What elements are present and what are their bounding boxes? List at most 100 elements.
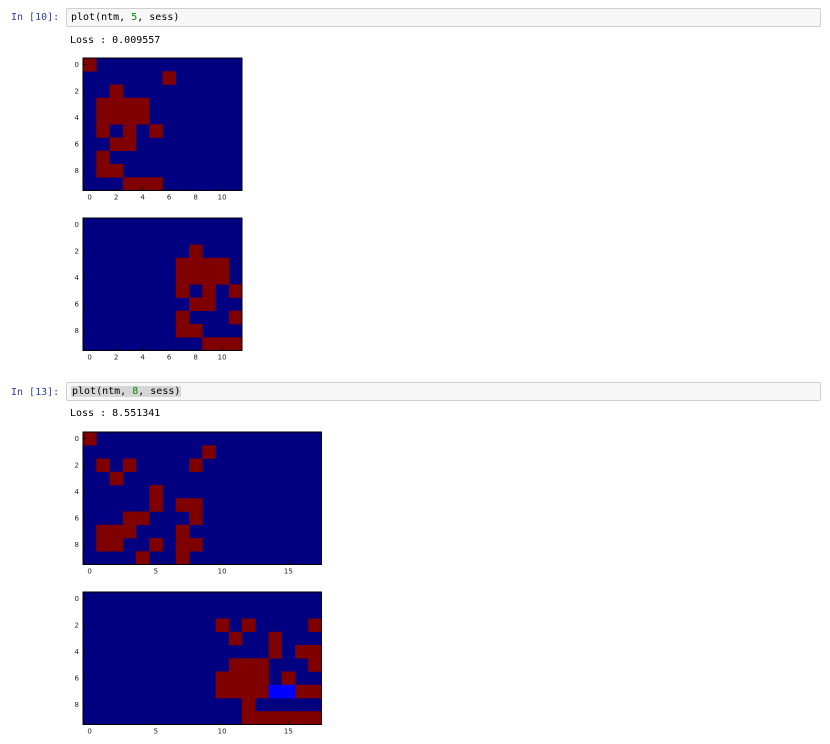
heatmap-cell (242, 711, 256, 725)
heatmap-cell (228, 671, 243, 686)
input-prompt: In [10]: (11, 12, 60, 23)
heatmap-cell (96, 97, 110, 112)
heatmap-cell (109, 137, 124, 152)
heatmap-cell (215, 671, 230, 686)
heatmap-cell (175, 551, 190, 565)
y-tick-label: 4 (75, 488, 80, 496)
x-tick-label: 10 (218, 194, 227, 202)
heatmap-cell (96, 164, 110, 178)
y-tick-label: 8 (75, 167, 79, 175)
heatmap-cell (202, 271, 216, 285)
heatmap-cell (242, 658, 256, 672)
heatmap-cell (308, 645, 322, 659)
heatmap-cell (136, 97, 150, 112)
heatmap-cell (136, 551, 150, 565)
heatmap-cell (228, 658, 243, 672)
x-tick-label: 0 (87, 194, 91, 202)
x-tick-label: 0 (87, 728, 91, 736)
heatmap-plot: 0 2 4 6 8 10 0 2 4 6 8 (75, 217, 243, 362)
heatmap-cell (162, 71, 177, 85)
heatmap-cell (96, 458, 110, 473)
heatmap-plot: 0 5 10 15 0 2 4 6 8 (75, 591, 322, 736)
heatmap-cell (242, 671, 256, 686)
heatmap-cell (202, 445, 216, 459)
x-tick-label: 6 (167, 354, 172, 362)
y-tick-label: 0 (75, 61, 79, 69)
heatmap-cell (202, 337, 216, 351)
y-tick-label: 2 (75, 462, 79, 470)
heatmap-cell (96, 124, 110, 138)
heatmap-cell (136, 511, 150, 526)
heatmap-cell (189, 297, 203, 312)
code-input[interactable]: plot(ntm, 8, sess) (66, 382, 821, 401)
code-line: plot(ntm, 5, sess) (71, 12, 180, 23)
x-tick-label: 0 (87, 568, 91, 576)
x-tick-label: 2 (114, 354, 118, 362)
y-tick-label: 6 (75, 515, 80, 523)
heatmap-cell (189, 511, 203, 526)
heatmap-cell (122, 111, 137, 125)
y-tick-label: 0 (75, 221, 79, 229)
y-tick-label: 0 (75, 435, 79, 443)
heatmap-cell (96, 111, 110, 125)
heatmap-cell (242, 618, 256, 633)
heatmap-cell (215, 684, 230, 699)
heatmap-cell (281, 671, 296, 686)
heatmap-cell (149, 124, 163, 138)
heatmap-cell (175, 271, 190, 285)
heatmap-cell (308, 711, 322, 725)
heatmap-cell (175, 310, 190, 325)
heatmap-cell (189, 498, 203, 512)
heatmap-cell (228, 284, 243, 298)
heatmap-cell (109, 164, 124, 178)
code-input[interactable]: plot(ntm, 5, sess) (66, 8, 821, 27)
heatmap-cell (109, 97, 124, 112)
heatmap-cell (255, 658, 269, 672)
y-tick-label: 4 (75, 648, 80, 656)
heatmap-cell (122, 124, 137, 138)
code-line: plot(ntm, 8, sess) (71, 386, 182, 397)
y-tick-label: 4 (75, 114, 80, 122)
input-prompt: In [13]: (11, 387, 60, 398)
heatmap-cell (122, 177, 137, 191)
heatmap-cell (96, 538, 110, 552)
heatmap-cell (175, 284, 190, 298)
heatmap-cell (308, 658, 322, 672)
heatmap-cell (255, 711, 269, 725)
x-tick-label: 4 (140, 354, 145, 362)
heatmap-cell (228, 631, 243, 646)
heatmap-cell (308, 684, 322, 699)
heatmap-cell (228, 684, 243, 699)
stdout-output: Loss : 8.551341 (70, 408, 161, 419)
heatmap-cell (96, 150, 110, 165)
heatmap-cell (109, 111, 124, 125)
heatmap-cell (149, 485, 163, 499)
x-tick-label: 5 (154, 728, 158, 736)
x-tick-label: 15 (284, 728, 293, 736)
heatmap-cell (109, 524, 124, 539)
heatmap-cell (122, 458, 137, 473)
heatmap-cell (175, 538, 190, 552)
x-tick-label: 8 (193, 194, 197, 202)
y-tick-label: 6 (75, 141, 80, 149)
heatmap-cell (109, 84, 124, 99)
y-tick-label: 2 (75, 248, 79, 256)
x-tick-label: 6 (167, 194, 172, 202)
y-tick-label: 2 (75, 622, 79, 630)
x-tick-label: 2 (114, 194, 118, 202)
heatmap-cell (189, 271, 203, 285)
y-tick-label: 4 (75, 274, 80, 282)
heatmap-cell (189, 257, 203, 272)
heatmap-cell (295, 684, 309, 699)
heatmap-cell (175, 524, 190, 539)
x-tick-label: 4 (140, 194, 145, 202)
y-tick-label: 2 (75, 88, 79, 96)
heatmap-cell (308, 618, 322, 633)
x-tick-label: 10 (218, 354, 227, 362)
heatmap-cell (242, 698, 256, 712)
heatmap-cell (122, 137, 137, 152)
heatmap-cell (295, 711, 309, 725)
heatmap-cell (149, 177, 163, 191)
stdout-output: Loss : 0.009557 (70, 35, 161, 46)
y-tick-label: 6 (75, 301, 80, 309)
